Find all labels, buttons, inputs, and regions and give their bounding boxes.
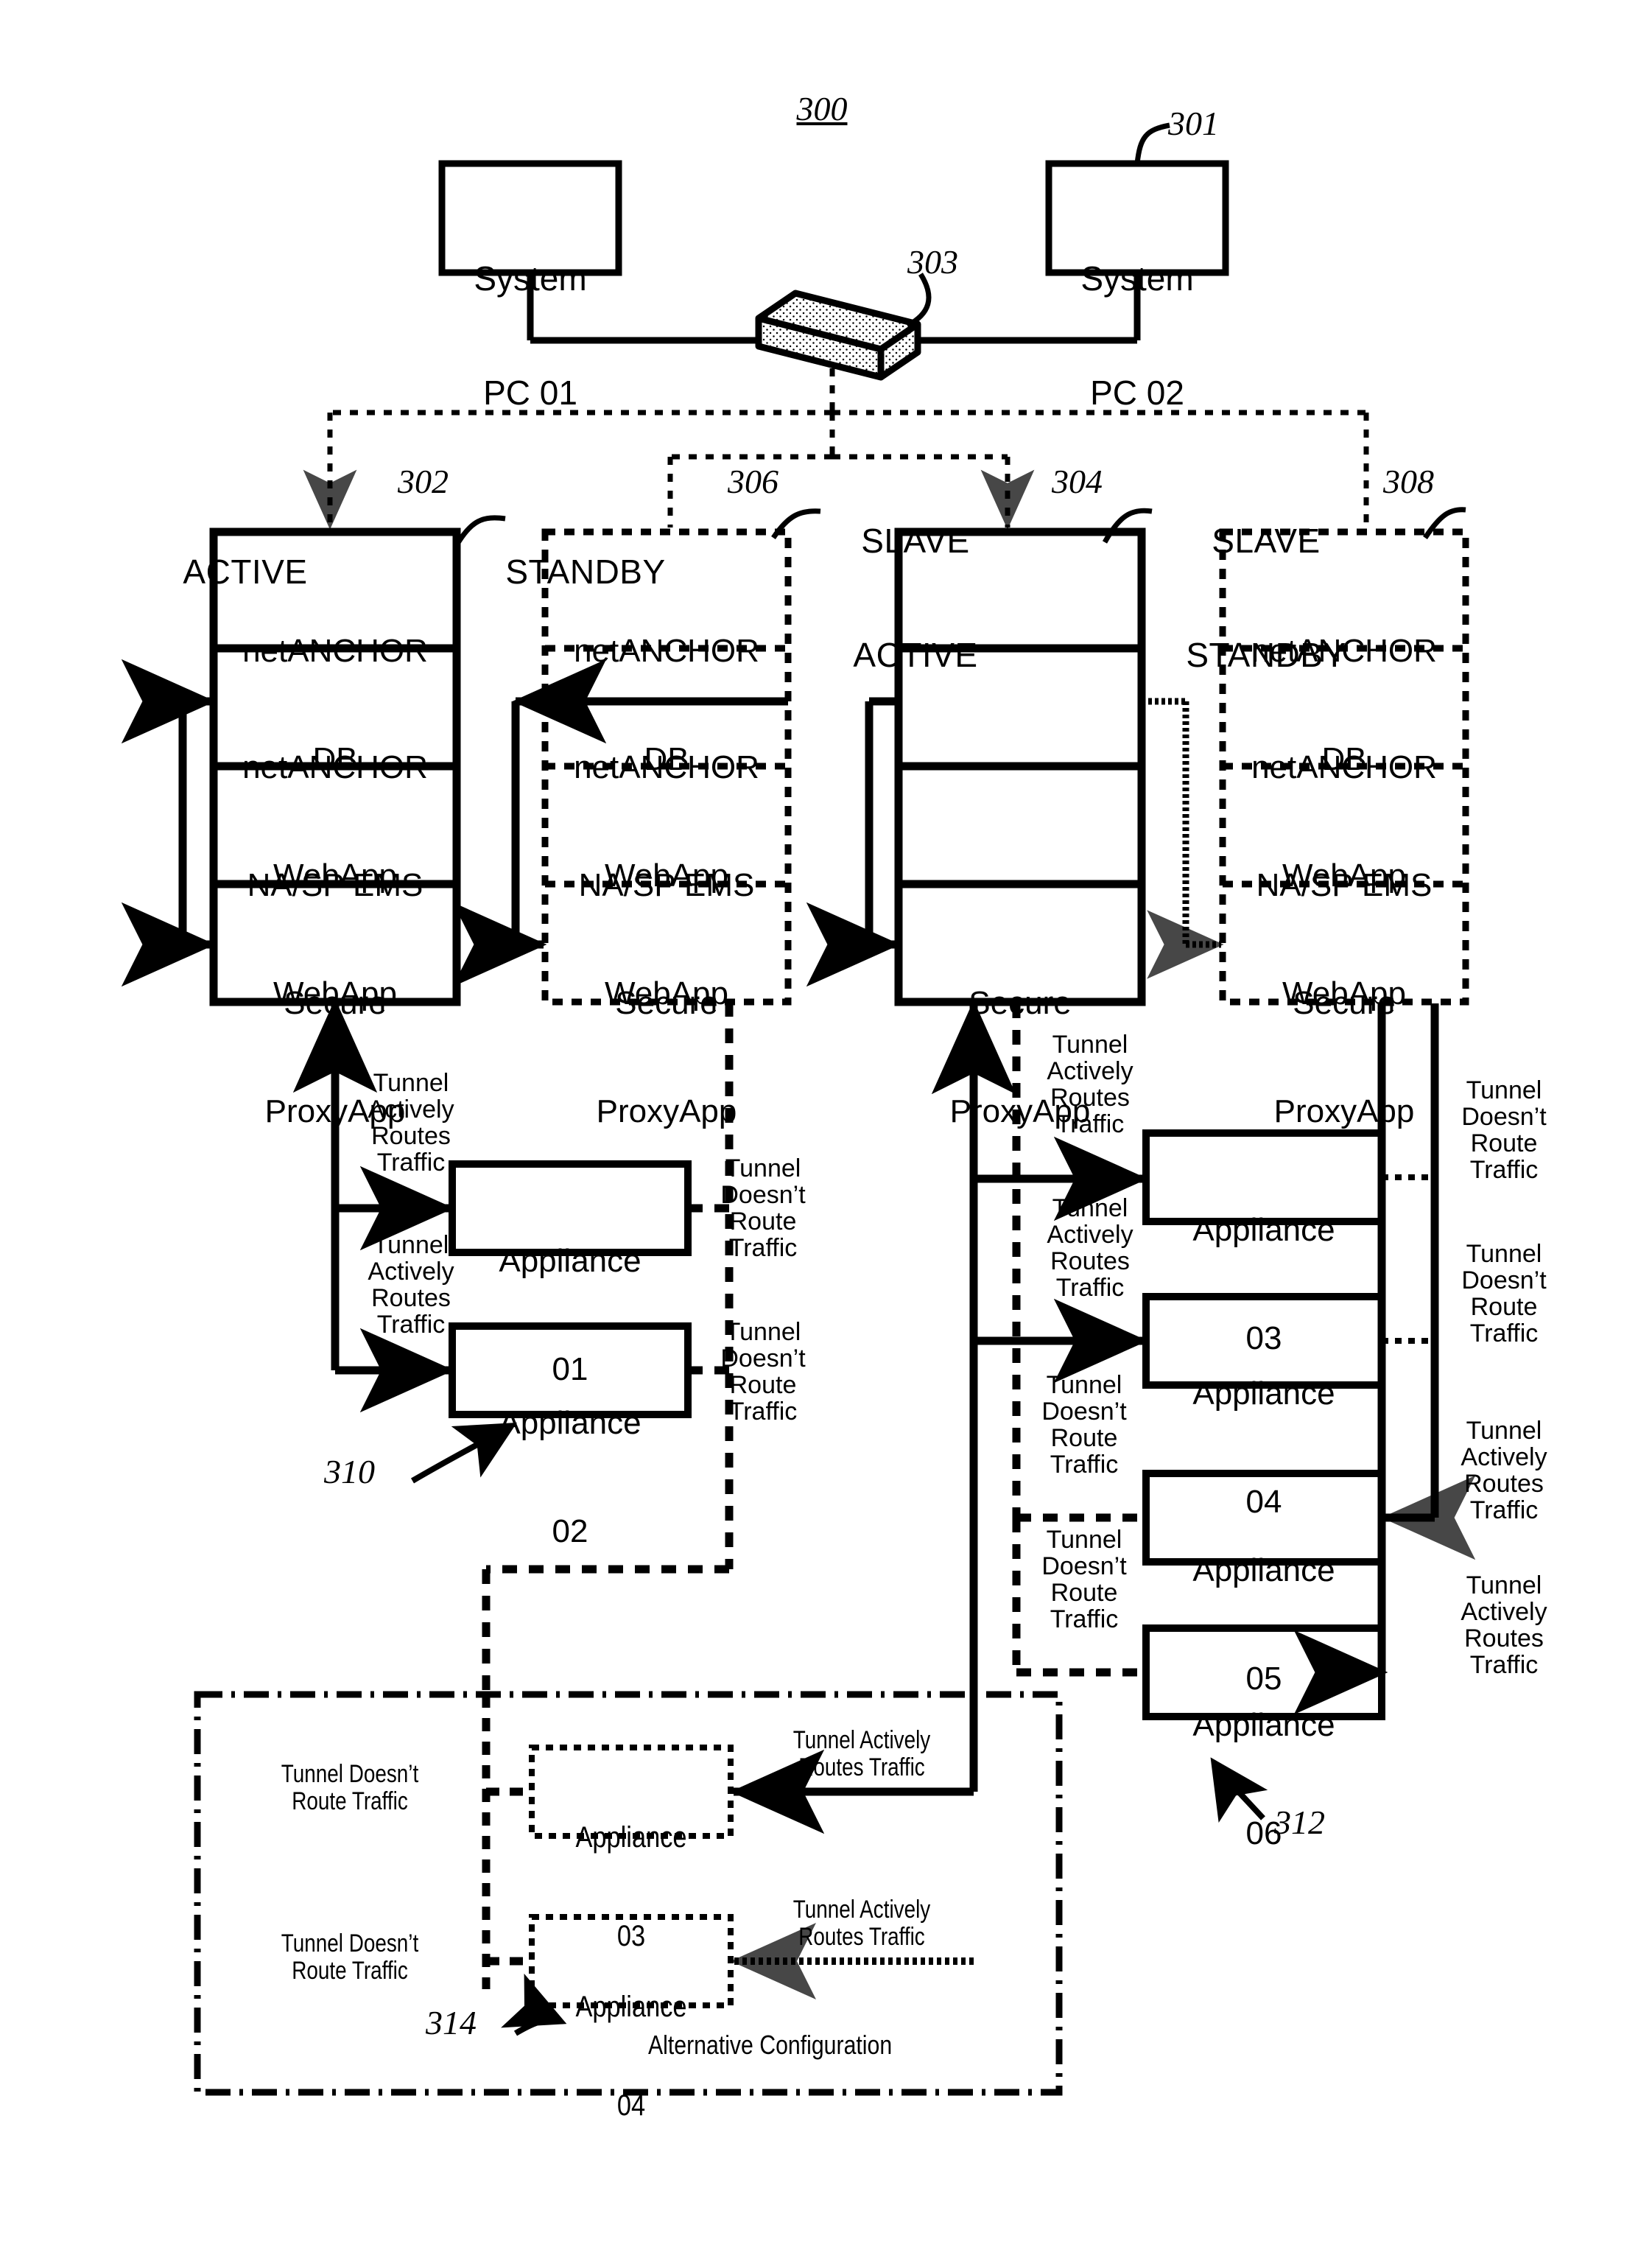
- alt-appliance-04-line2: 04: [616, 2089, 646, 2122]
- ref-304: 304: [1052, 463, 1103, 500]
- alt-tunnel-label-04-right: Tunnel Actively Routes Traffic: [792, 1896, 931, 1952]
- leader-303: [906, 273, 932, 329]
- ref-306: 306: [728, 463, 778, 500]
- tunnel-label-a04-left: Tunnel Actively Routes Traffic: [1047, 1194, 1133, 1303]
- ref-302: 302: [398, 463, 449, 500]
- alt-appliance-03-line1: Appliance: [575, 1820, 687, 1854]
- tunnel-label-a02-left: Tunnel Actively Routes Traffic: [368, 1231, 454, 1339]
- column-header-slave-standby-line1: SLAVE: [1212, 522, 1321, 561]
- cell-slave-standby-0-line1: netANCHOR: [1251, 632, 1437, 669]
- tunnel-label-a04-right: Tunnel Doesn’t Route Traffic: [1461, 1240, 1547, 1348]
- ref-308: 308: [1383, 463, 1434, 500]
- cell-standby-2-line1: NA/SP EMS: [578, 866, 755, 903]
- pc01-line2: PC 01: [483, 373, 577, 412]
- appliance-01-line1: Appliance: [499, 1242, 642, 1279]
- system-pc-01-label: System PC 01: [442, 184, 619, 488]
- tunnel-label-a06-right: Tunnel Actively Routes Traffic: [1461, 1571, 1547, 1680]
- cell-slave-standby-2-line1: NA/SP EMS: [1256, 866, 1433, 903]
- pc01-line1: System: [474, 259, 587, 298]
- cell-slave-standby-1-line1: netANCHOR: [1251, 749, 1437, 785]
- cell-standby-3-line1: Secure: [615, 984, 718, 1021]
- alt-tunnel-label-04-left: Tunnel Doesn’t Route Traffic: [281, 1929, 419, 1985]
- alt-tunnel-label-03-right: Tunnel Actively Routes Traffic: [792, 1726, 931, 1782]
- pc02-line1: System: [1080, 259, 1194, 298]
- cell-standby-3-line2: ProxyApp: [596, 1093, 737, 1130]
- appliance-06-line1: Appliance: [1192, 1706, 1335, 1743]
- appliance-03-line1: Appliance: [1192, 1211, 1335, 1248]
- system-pc-02-label: System PC 02: [1049, 184, 1226, 488]
- pc02-line2: PC 02: [1090, 373, 1184, 412]
- appliance-02-line2: 02: [552, 1513, 588, 1550]
- tunnel-label-a01-left: Tunnel Actively Routes Traffic: [368, 1069, 454, 1177]
- appliance-02-label: Appliance 02: [452, 1332, 688, 1622]
- cell-slave-standby-3-line2: ProxyApp: [1273, 1093, 1415, 1130]
- leader-301: [1134, 122, 1170, 164]
- cell-standby-1-line1: netANCHOR: [574, 749, 759, 785]
- ref-314: 314: [426, 2004, 477, 2041]
- appliance-05-line1: Appliance: [1192, 1552, 1335, 1588]
- cell-active-1-line1: netANCHOR: [242, 749, 428, 785]
- appliance-02-line1: Appliance: [499, 1404, 642, 1441]
- column-header-slave-active-line1: SLAVE: [861, 522, 970, 561]
- cell-active-0-line1: netANCHOR: [242, 632, 428, 669]
- alt-appliance-04-line1: Appliance: [575, 1990, 687, 2023]
- appliance-06-line2: 06: [1245, 1815, 1282, 1852]
- cell-slave-active-3-line1: Secure: [969, 984, 1072, 1021]
- active-feedback-bracket: [121, 659, 216, 987]
- tunnel-label-a02-right: Tunnel Doesn’t Route Traffic: [720, 1318, 806, 1426]
- slave-standby-active-tunnels-arrows: [1293, 1475, 1476, 1715]
- tunnel-label-a05-left: Tunnel Doesn’t Route Traffic: [1041, 1371, 1127, 1479]
- tunnel-label-a01-right: Tunnel Doesn’t Route Traffic: [720, 1154, 806, 1263]
- tunnel-label-a03-left: Tunnel Actively Routes Traffic: [1047, 1031, 1133, 1139]
- cell-slave-standby-3-line1: Secure: [1293, 984, 1396, 1021]
- tunnel-label-a03-right: Tunnel Doesn’t Route Traffic: [1461, 1076, 1547, 1185]
- cell-active-2-line1: NA/SP EMS: [247, 866, 423, 903]
- patent-figure-300: 300 System PC 01 System PC 02 301 303 30…: [0, 0, 1652, 2247]
- appliance-06-label: Appliance 06: [1146, 1634, 1382, 1924]
- appliance-04-line1: Appliance: [1192, 1375, 1335, 1412]
- alternative-configuration-caption: Alternative Configuration: [648, 2030, 893, 2060]
- alt-inactive-stubs: [482, 1694, 530, 1989]
- figure-number: 300: [796, 90, 848, 127]
- ref-303: 303: [907, 243, 958, 281]
- network-bus-block: [755, 290, 921, 381]
- tunnel-label-a05-right: Tunnel Actively Routes Traffic: [1461, 1417, 1547, 1525]
- cell-active-3-line1: Secure: [284, 984, 387, 1021]
- ref-301: 301: [1168, 105, 1219, 142]
- ref-310: 310: [324, 1453, 375, 1490]
- tunnel-label-a06-left: Tunnel Doesn’t Route Traffic: [1041, 1526, 1127, 1634]
- alt-tunnel-label-03-left: Tunnel Doesn’t Route Traffic: [281, 1760, 419, 1816]
- cell-standby-0-line1: netANCHOR: [574, 632, 759, 669]
